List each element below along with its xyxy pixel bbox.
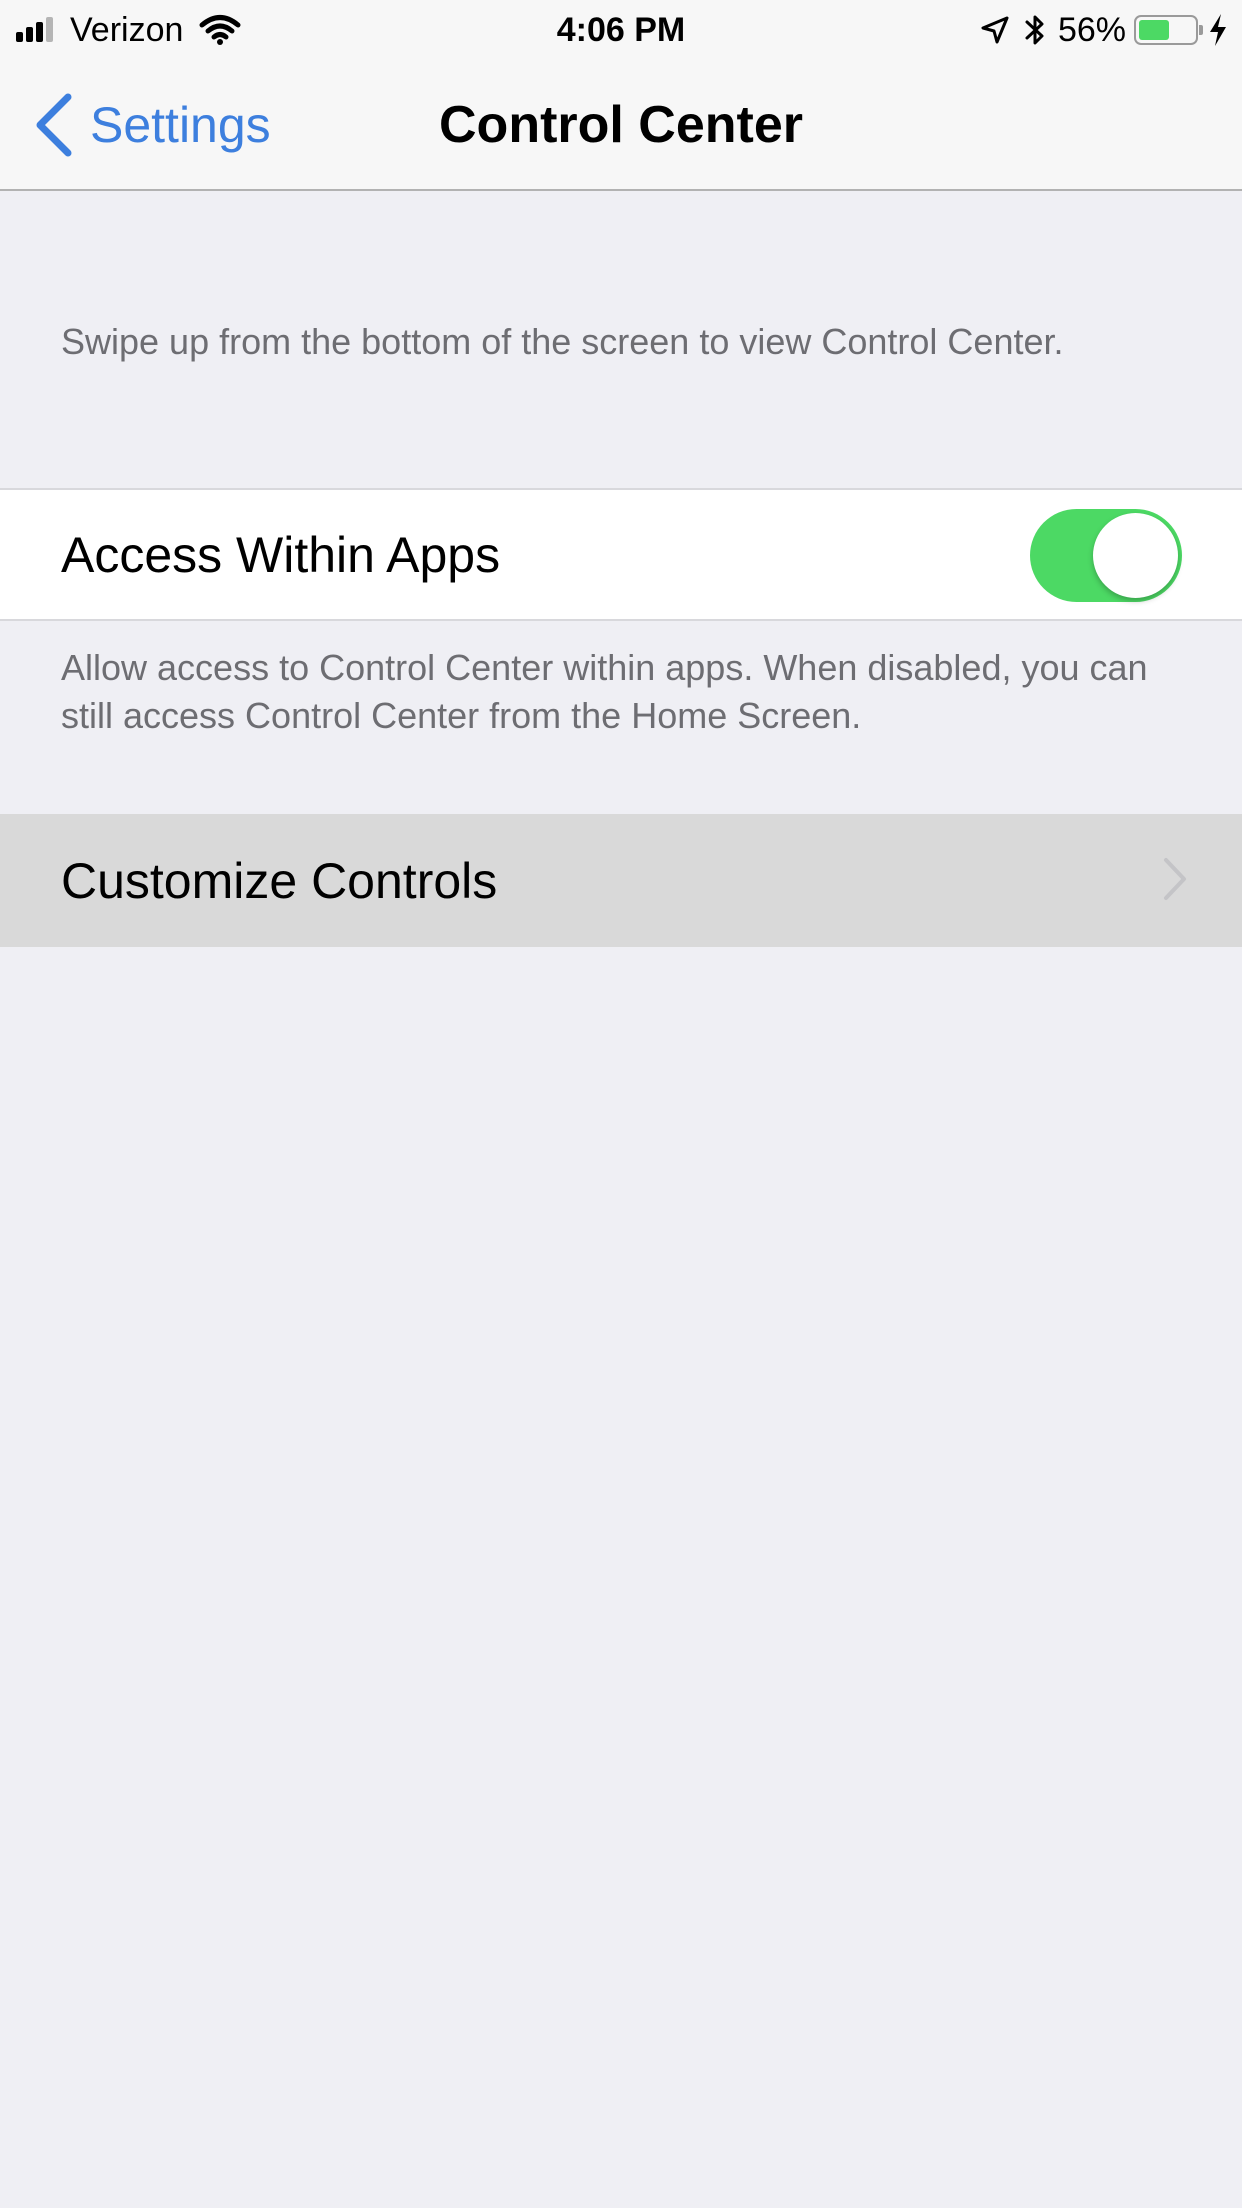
customize-controls-row[interactable]: Customize Controls <box>0 814 1242 947</box>
access-within-apps-footer: Allow access to Control Center within ap… <box>61 647 1148 736</box>
access-within-apps-label: Access Within Apps <box>61 526 501 583</box>
access-within-apps-toggle[interactable] <box>1030 509 1182 602</box>
chevron-right-icon <box>1164 858 1186 900</box>
status-bar: Verizon 4:06 PM 56% <box>0 0 1242 60</box>
bluetooth-icon <box>1025 15 1044 45</box>
charging-bolt-icon <box>1210 14 1226 46</box>
battery-icon <box>1134 15 1203 45</box>
customize-controls-label: Customize Controls <box>61 852 498 909</box>
page-title: Control Center <box>439 96 803 154</box>
access-within-apps-row: Access Within Apps <box>0 488 1242 621</box>
navigation-bar: Settings Control Center <box>0 60 1242 191</box>
battery-percent: 56% <box>1057 10 1126 49</box>
intro-text: Swipe up from the bottom of the screen t… <box>61 321 1064 362</box>
location-arrow-icon <box>981 16 1009 44</box>
status-right: 56% <box>980 8 1228 52</box>
battery-level-fill <box>1139 20 1169 40</box>
toggle-knob <box>1093 513 1178 598</box>
